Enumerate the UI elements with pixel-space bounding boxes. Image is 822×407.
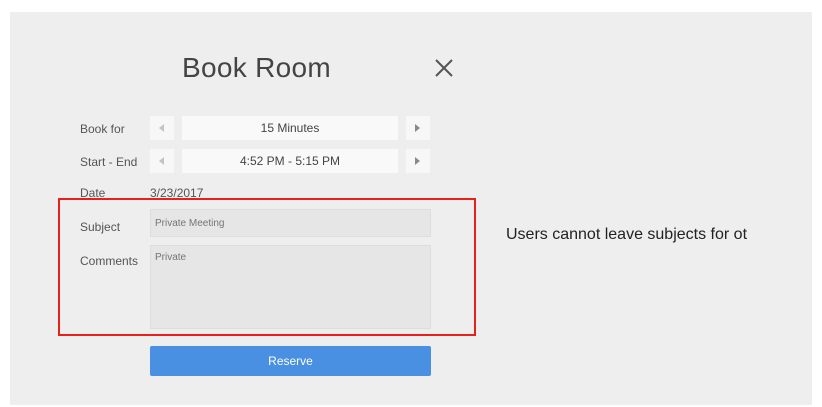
- chevron-left-icon: [159, 157, 164, 165]
- dialog-title: Book Room: [182, 52, 331, 83]
- chevron-right-icon: [415, 124, 420, 132]
- book-for-next-button[interactable]: [406, 116, 430, 140]
- chevron-right-icon: [415, 157, 420, 165]
- reserve-button[interactable]: Reserve: [150, 346, 431, 376]
- annotation-highlight-box: [58, 198, 476, 336]
- start-end-next-button[interactable]: [406, 149, 430, 173]
- chevron-left-icon: [159, 124, 164, 132]
- start-end-label: Start - End: [80, 155, 138, 169]
- book-for-value: 15 Minutes: [182, 116, 398, 140]
- close-icon[interactable]: [432, 56, 456, 80]
- start-end-prev-button[interactable]: [150, 149, 174, 173]
- annotation-note: Users cannot leave subjects for ot: [506, 226, 748, 243]
- book-for-prev-button[interactable]: [150, 116, 174, 140]
- book-for-label: Book for: [80, 122, 125, 136]
- start-end-value: 4:52 PM - 5:15 PM: [182, 149, 398, 173]
